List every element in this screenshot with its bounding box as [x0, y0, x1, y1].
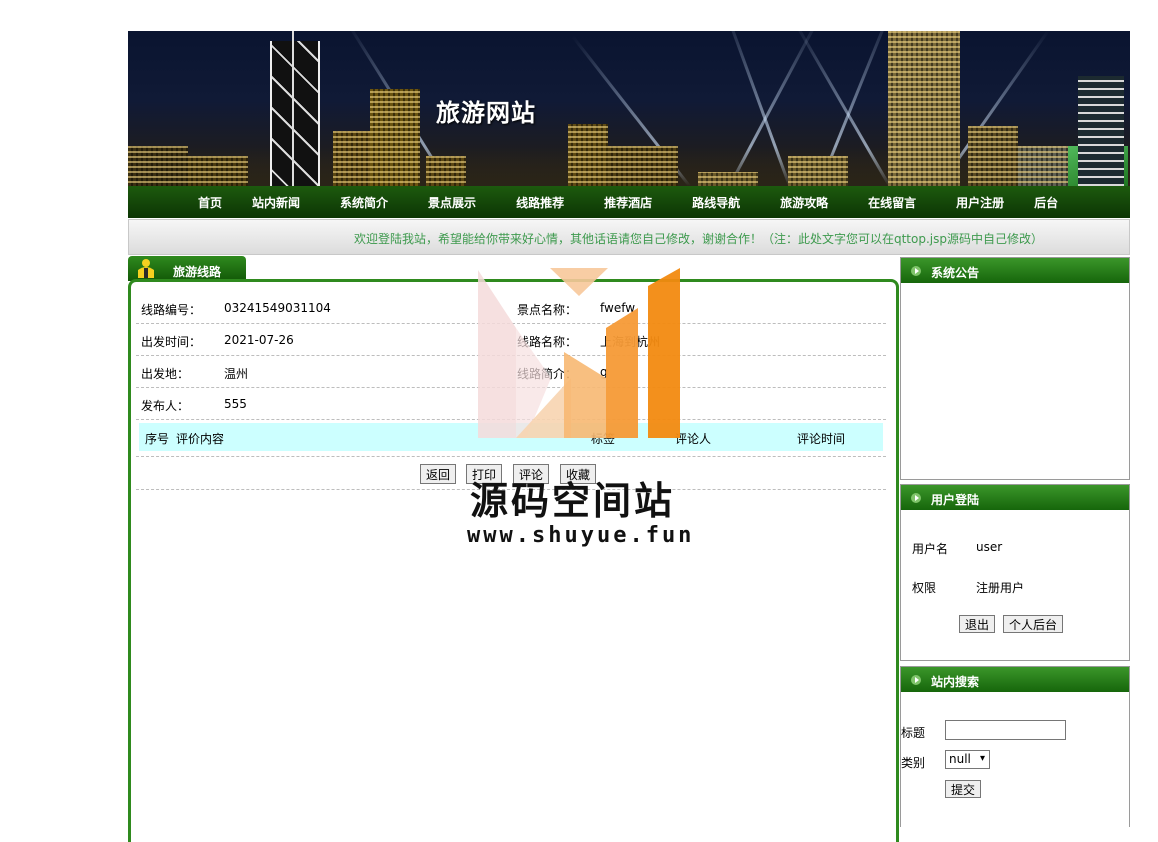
info-row: 发布人： 555: [136, 388, 886, 420]
route-id-label: 线路编号：: [141, 303, 202, 317]
depart-place-value: 温州: [224, 367, 249, 381]
search-box: 站内搜索 标题 类别 null ▾ 提交: [900, 666, 1130, 827]
nav-about[interactable]: 系统简介: [340, 194, 388, 211]
chevron-down-icon: ▾: [979, 753, 985, 764]
nav-routes[interactable]: 线路推荐: [516, 194, 564, 211]
welcome-marquee: 欢迎登陆我站，希望能给你带来好心情，其他话语请您自己修改，谢谢合作！（注：此处文…: [128, 219, 1130, 255]
attraction-name-label: 景点名称：: [517, 303, 578, 317]
search-header: 站内搜索: [901, 667, 1129, 692]
watermark-name: 源码空间站: [470, 479, 676, 523]
col-time: 评论时间: [797, 432, 846, 446]
back-button[interactable]: 返回: [420, 464, 457, 484]
search-submit-button[interactable]: 提交: [945, 780, 982, 798]
route-detail-panel: 线路编号： 03241549031104 景点名称： fwefw 出发时间： 2…: [128, 279, 899, 842]
route-name-label: 线路名称：: [517, 335, 578, 349]
nav-register[interactable]: 用户注册: [956, 194, 1004, 211]
arrow-bullet-icon: [911, 493, 921, 503]
info-row: 线路编号： 03241549031104 景点名称： fwefw: [136, 292, 886, 324]
nav-home[interactable]: 首页: [198, 194, 222, 211]
main-nav: 首页 站内新闻 系统简介 景点展示 线路推荐 推荐酒店 路线导航 旅游攻略 在线…: [128, 186, 1130, 218]
review-table-header: 序号 评价内容 标签 评论人 评论时间: [139, 423, 883, 451]
role-value: 注册用户: [976, 581, 1025, 595]
login-title: 用户登陆: [931, 493, 980, 507]
arrow-bullet-icon: [911, 266, 921, 276]
nav-hotels[interactable]: 推荐酒店: [604, 194, 652, 211]
arrow-bullet-icon: [911, 675, 921, 685]
site-title: 旅游网站: [436, 98, 536, 127]
route-intro-value: g: [600, 365, 608, 379]
col-label: 标签: [591, 432, 616, 446]
banner: 旅游网站: [128, 31, 1130, 186]
depart-place-label: 出发地：: [141, 367, 190, 381]
page-wrapper: 旅游网站 首页 站内新闻 系统简介 景点展示 线路推荐 推荐酒店 路线导航 旅游…: [128, 31, 1130, 842]
username-label: 用户名: [912, 542, 949, 556]
depart-time-label: 出发时间：: [141, 335, 202, 349]
category-selected: null: [949, 752, 971, 766]
nav-admin[interactable]: 后台: [1034, 194, 1058, 211]
logout-button[interactable]: 退出: [959, 615, 996, 633]
notice-header: 系统公告: [901, 258, 1129, 283]
notice-title: 系统公告: [931, 266, 980, 280]
username-value: user: [976, 540, 1003, 554]
watermark-url: www.shuyue.fun: [467, 523, 695, 548]
divider: [136, 456, 886, 457]
nav-attractions[interactable]: 景点展示: [428, 194, 476, 211]
nav-navigation[interactable]: 路线导航: [692, 194, 740, 211]
nav-news[interactable]: 站内新闻: [252, 194, 300, 211]
publisher-label: 发布人：: [141, 399, 190, 413]
search-category-label: 类别: [901, 756, 926, 770]
attraction-name-value: fwefw: [600, 301, 636, 315]
login-box: 用户登陆 用户名 user 权限 注册用户 退出 个人后台: [900, 484, 1130, 661]
nav-messages[interactable]: 在线留言: [868, 194, 916, 211]
publisher-value: 555: [224, 397, 247, 411]
personal-backend-button[interactable]: 个人后台: [1003, 615, 1064, 633]
route-intro-label: 线路简介：: [517, 367, 578, 381]
info-row: 出发地： 温州 线路简介： g: [136, 356, 886, 388]
col-reviewer: 评论人: [675, 432, 712, 446]
route-id-value: 03241549031104: [224, 301, 331, 315]
search-category-select[interactable]: null ▾: [945, 750, 990, 769]
main-tab: 旅游线路: [128, 256, 246, 281]
col-content: 评价内容: [176, 432, 225, 446]
col-seq: 序号: [145, 432, 170, 446]
info-row: 出发时间： 2021-07-26 线路名称： 上海到杭州: [136, 324, 886, 356]
search-title-input[interactable]: [945, 720, 1066, 740]
role-label: 权限: [912, 581, 937, 595]
nav-guides[interactable]: 旅游攻略: [780, 194, 828, 211]
depart-time-value: 2021-07-26: [224, 333, 294, 347]
marquee-text: 欢迎登陆我站，希望能给你带来好心情，其他话语请您自己修改，谢谢合作！（注：此处文…: [353, 232, 1043, 246]
login-header: 用户登陆: [901, 485, 1129, 510]
person-icon: [138, 259, 154, 278]
route-name-value: 上海到杭州: [600, 335, 661, 349]
main-tab-label: 旅游线路: [173, 265, 222, 279]
search-title-label: 标题: [901, 726, 926, 740]
notice-box: 系统公告: [900, 257, 1130, 480]
search-title: 站内搜索: [931, 675, 980, 689]
